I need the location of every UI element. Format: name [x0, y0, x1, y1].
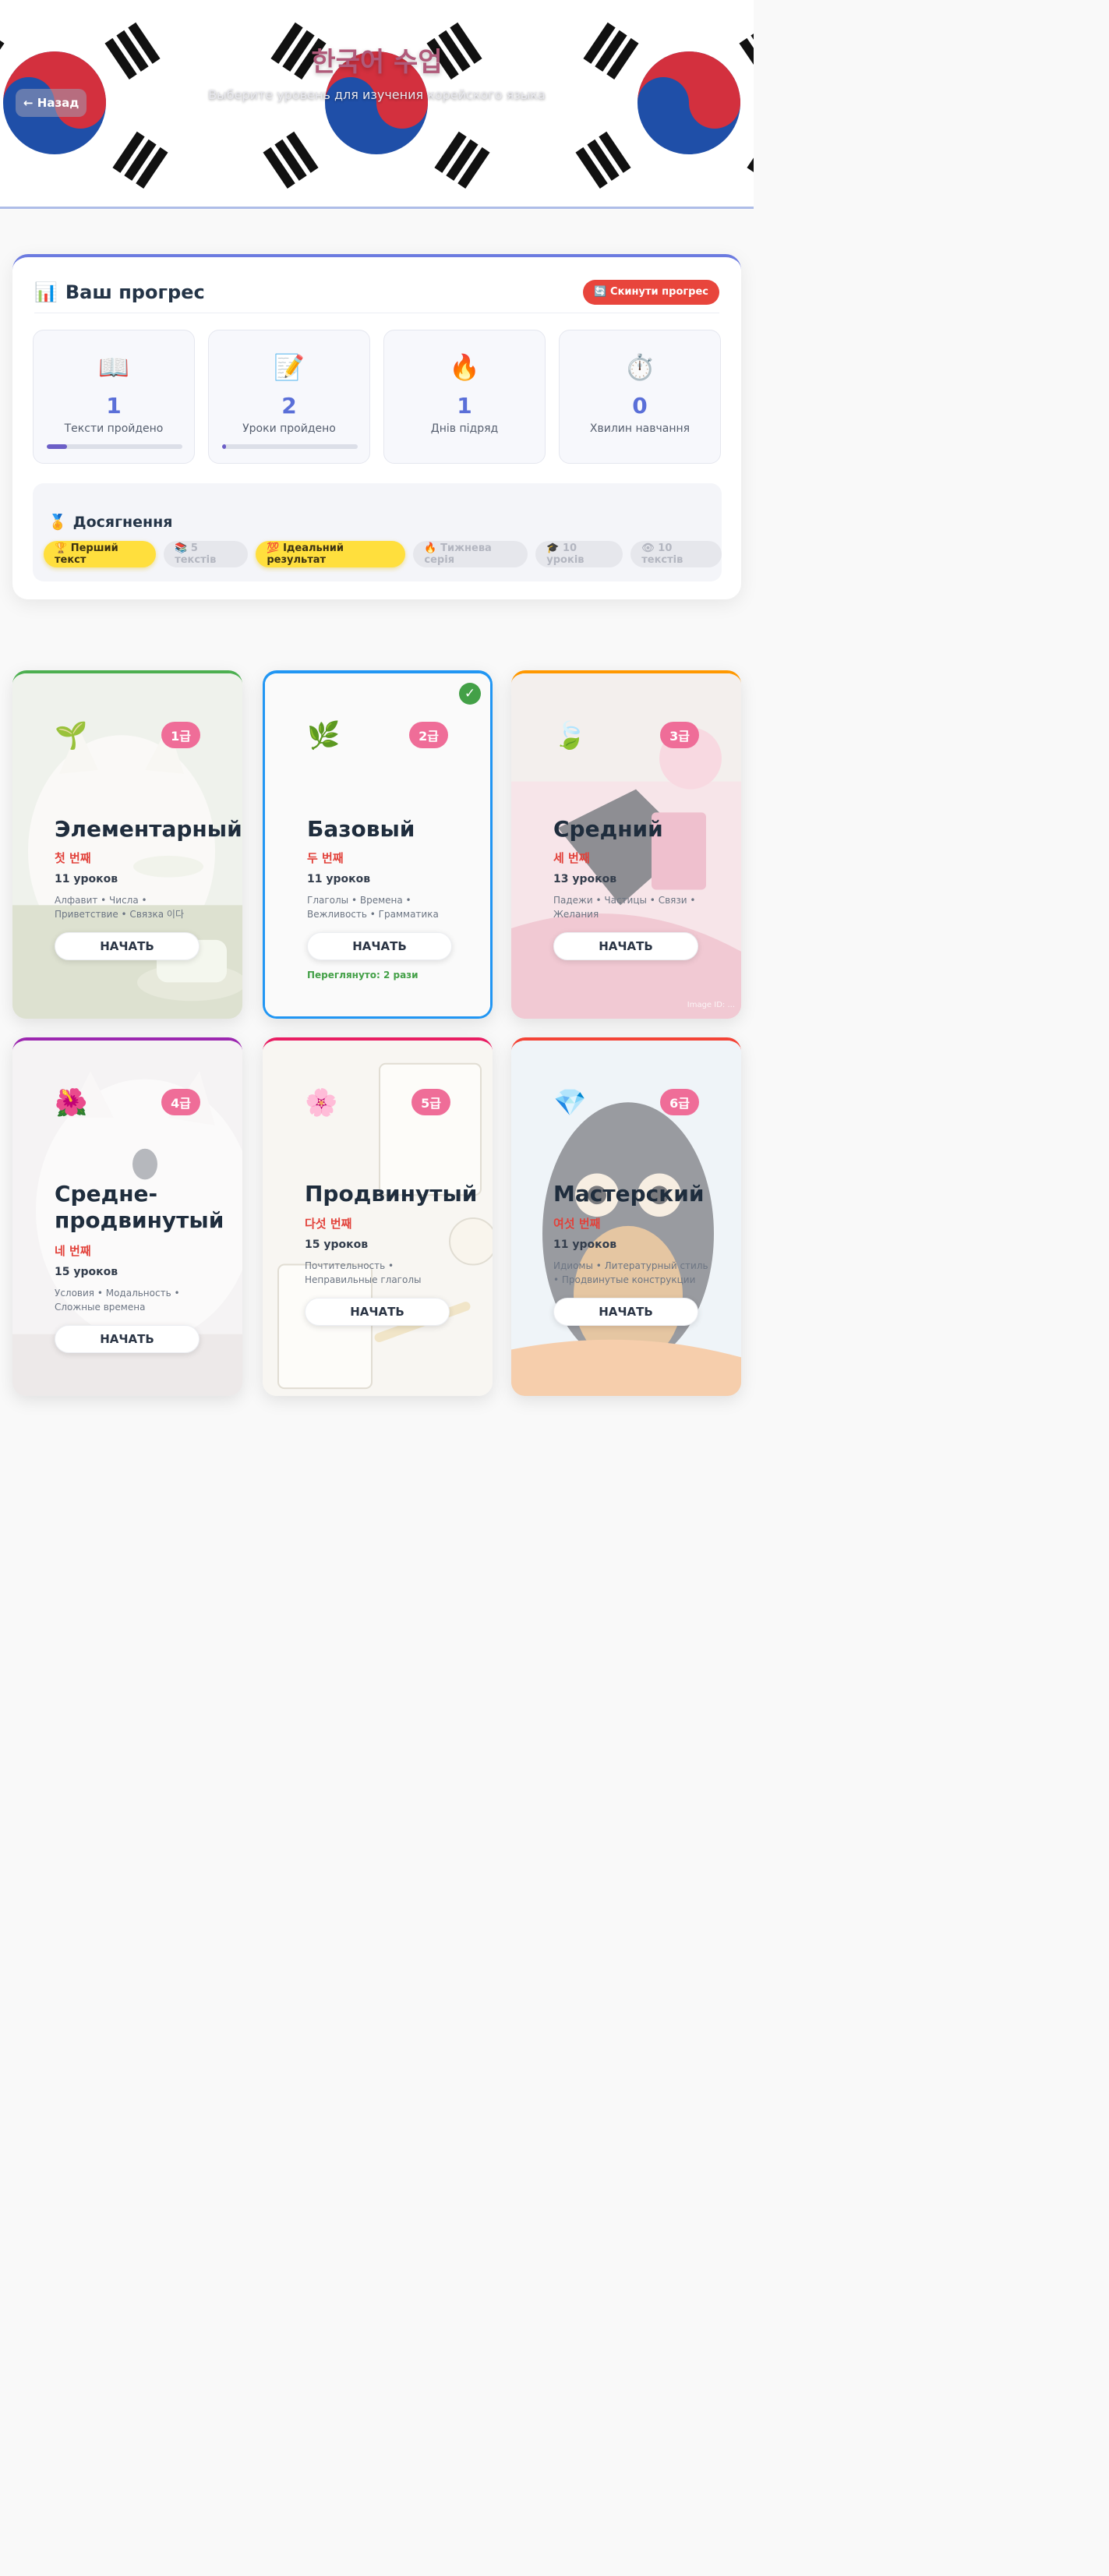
gem-icon: 💎	[553, 1087, 587, 1118]
level-lessons-count: 11 уроков	[307, 873, 371, 885]
leaf-icon: 🍃	[553, 720, 587, 751]
stats-row: 📖 1 Тексти пройдено 📝 2 Уроки пройдено 🔥…	[33, 330, 722, 464]
stat-day-streak: 🔥 1 Днів підряд	[383, 330, 546, 464]
level-lessons-count: 15 уроков	[305, 1239, 369, 1251]
stat-label: Уроки пройдено	[242, 422, 336, 435]
level-grade-badge: 6급	[660, 1089, 699, 1115]
progress-panel: 📊 Ваш прогрес 🔄 Скинути прогрес 📖 1 Текс…	[12, 254, 741, 599]
level-lessons-count: 11 уроков	[55, 873, 118, 885]
level-title: Элементарный	[55, 816, 242, 842]
card-background-image	[265, 673, 490, 1016]
achievement-badge: 📚 5 текстів	[164, 541, 249, 567]
achievement-badge: 👁 10 текстів	[630, 541, 722, 567]
stat-label: Хвилин навчання	[589, 422, 690, 435]
level-card-1[interactable]: 🌱 1급 Элементарный 첫 번째 11 уроков Алфавит…	[12, 670, 242, 1019]
level-lessons-count: 15 уроков	[55, 1266, 118, 1278]
stat-label: Днів підряд	[430, 422, 499, 435]
stat-progress-fill	[47, 444, 68, 449]
level-grade-badge: 5급	[411, 1089, 450, 1115]
medal-icon: 🏅	[48, 514, 67, 531]
start-level-button[interactable]: НАЧАТЬ	[55, 932, 200, 960]
achievement-badge: 💯 Ідеальний результат	[256, 541, 406, 567]
level-title: Продвинутый	[305, 1181, 478, 1207]
hibiscus-icon: 🌺	[55, 1087, 88, 1118]
page-title: 한국어 수업	[311, 47, 443, 78]
card-overlay	[511, 1041, 741, 1396]
level-korean-label: 두 번째	[307, 851, 344, 865]
level-korean-label: 네 번째	[55, 1244, 91, 1258]
achievements-title-text: Досягнення	[72, 513, 173, 531]
level-grade-badge: 4급	[161, 1089, 200, 1115]
level-card-3[interactable]: 🍃 3급 Средний 세 번째 13 уроков Падежи • Час…	[511, 670, 741, 1019]
stat-progress-bar	[222, 444, 358, 449]
level-title: Средне-продвинутый	[55, 1181, 224, 1233]
stat-progress-fill	[222, 444, 227, 449]
cherry-blossom-icon: 🌸	[305, 1087, 338, 1118]
achievement-badge: 🔥 Тижнева серія	[413, 541, 528, 567]
level-grade-badge: 2급	[409, 722, 448, 748]
start-level-button[interactable]: НАЧАТЬ	[553, 932, 698, 960]
image-credit: Image ID: ...	[687, 1001, 735, 1009]
stat-lessons-completed: 📝 2 Уроки пройдено	[208, 330, 370, 464]
level-lessons-count: 11 уроков	[553, 1239, 617, 1251]
views-count: Переглянуто: 2 рази	[307, 970, 419, 981]
fire-icon: 🔥	[449, 352, 480, 382]
progress-title-text: Ваш прогрес	[65, 281, 205, 303]
level-topics: Алфавит • Числа • Приветствие • Связка 이…	[55, 895, 184, 920]
chart-icon: 📊	[34, 281, 58, 303]
level-topics: Идиомы • Литературный стиль • Продвинуты…	[553, 1260, 708, 1285]
book-icon: 📖	[98, 352, 129, 382]
card-overlay	[511, 673, 741, 1019]
herb-icon: 🌿	[307, 720, 341, 751]
start-level-button[interactable]: НАЧАТЬ	[307, 932, 452, 960]
level-topics: Глаголы • Времена • Вежливость • Граммат…	[307, 895, 439, 920]
korean-flag-image	[560, 9, 754, 196]
start-level-button[interactable]: НАЧАТЬ	[305, 1298, 450, 1326]
progress-title: 📊 Ваш прогрес	[34, 281, 205, 303]
level-lessons-count: 13 уроков	[553, 873, 617, 885]
achievement-badge: 🏆 Перший текст	[44, 541, 157, 567]
achievements-title: 🏅 Досягнення	[48, 513, 173, 532]
card-overlay	[12, 673, 242, 1019]
korean-flag-image	[248, 9, 505, 196]
level-korean-label: 첫 번째	[55, 851, 91, 865]
seedling-icon: 🌱	[55, 720, 88, 751]
stat-value: 1	[457, 393, 472, 419]
level-card-2[interactable]: ✓ 🌿 2급 Базовый 두 번째 11 уроков Глаголы • …	[263, 670, 493, 1019]
level-title: Средний	[553, 816, 663, 842]
stat-progress-bar	[47, 444, 182, 449]
reset-progress-button[interactable]: 🔄 Скинути прогрес	[583, 279, 719, 305]
start-level-button[interactable]: НАЧАТЬ	[553, 1298, 698, 1326]
completed-check-icon: ✓	[459, 683, 481, 705]
level-title: Мастерский	[553, 1181, 705, 1207]
stat-texts-completed: 📖 1 Тексти пройдено	[33, 330, 195, 464]
stat-value: 1	[106, 393, 122, 419]
achievements-section: 🏅 Досягнення 🏆 Перший текст 📚 5 текстів …	[33, 483, 722, 581]
stat-value: 0	[632, 393, 648, 419]
level-grade-badge: 3급	[660, 722, 699, 748]
level-korean-label: 세 번째	[553, 851, 590, 865]
stat-label: Тексти пройдено	[64, 422, 164, 435]
level-card-4[interactable]: 🌺 4급 Средне-продвинутый 네 번째 15 уроков У…	[12, 1037, 242, 1396]
achievement-badge: 🎓 10 уроків	[535, 541, 623, 567]
level-topics: Условия • Модальность • Сложные времена	[55, 1288, 180, 1313]
level-korean-label: 다섯 번째	[305, 1217, 352, 1231]
level-grade-badge: 1급	[161, 722, 200, 748]
level-korean-label: 여섯 번째	[553, 1217, 601, 1231]
stat-value: 2	[281, 393, 297, 419]
achievement-badges: 🏆 Перший текст 📚 5 текстів 💯 Ідеальний р…	[44, 541, 722, 567]
start-level-button[interactable]: НАЧАТЬ	[55, 1325, 200, 1353]
level-card-6[interactable]: 💎 6급 Мастерский 여섯 번째 11 уроков Идиомы •…	[511, 1037, 741, 1396]
level-topics: Почтительность • Неправильные глаголы	[305, 1260, 422, 1285]
level-topics: Падежи • Частицы • Связи • Желания	[553, 895, 696, 920]
level-card-5[interactable]: 🌸 5급 Продвинутый 다섯 번째 15 уроков Почтите…	[263, 1037, 493, 1396]
level-title: Базовый	[307, 816, 415, 842]
stat-study-minutes: ⏱️ 0 Хвилин навчання	[559, 330, 721, 464]
page-header: ← Назад 한국어 수업 Выберите уровень для изуч…	[0, 0, 754, 209]
page-subtitle: Выберите уровень для изучения корейского…	[208, 87, 546, 102]
stopwatch-icon: ⏱️	[624, 352, 655, 382]
progress-header: 📊 Ваш прогрес 🔄 Скинути прогрес	[34, 279, 719, 313]
memo-icon: 📝	[274, 352, 305, 382]
card-overlay	[263, 1041, 493, 1396]
